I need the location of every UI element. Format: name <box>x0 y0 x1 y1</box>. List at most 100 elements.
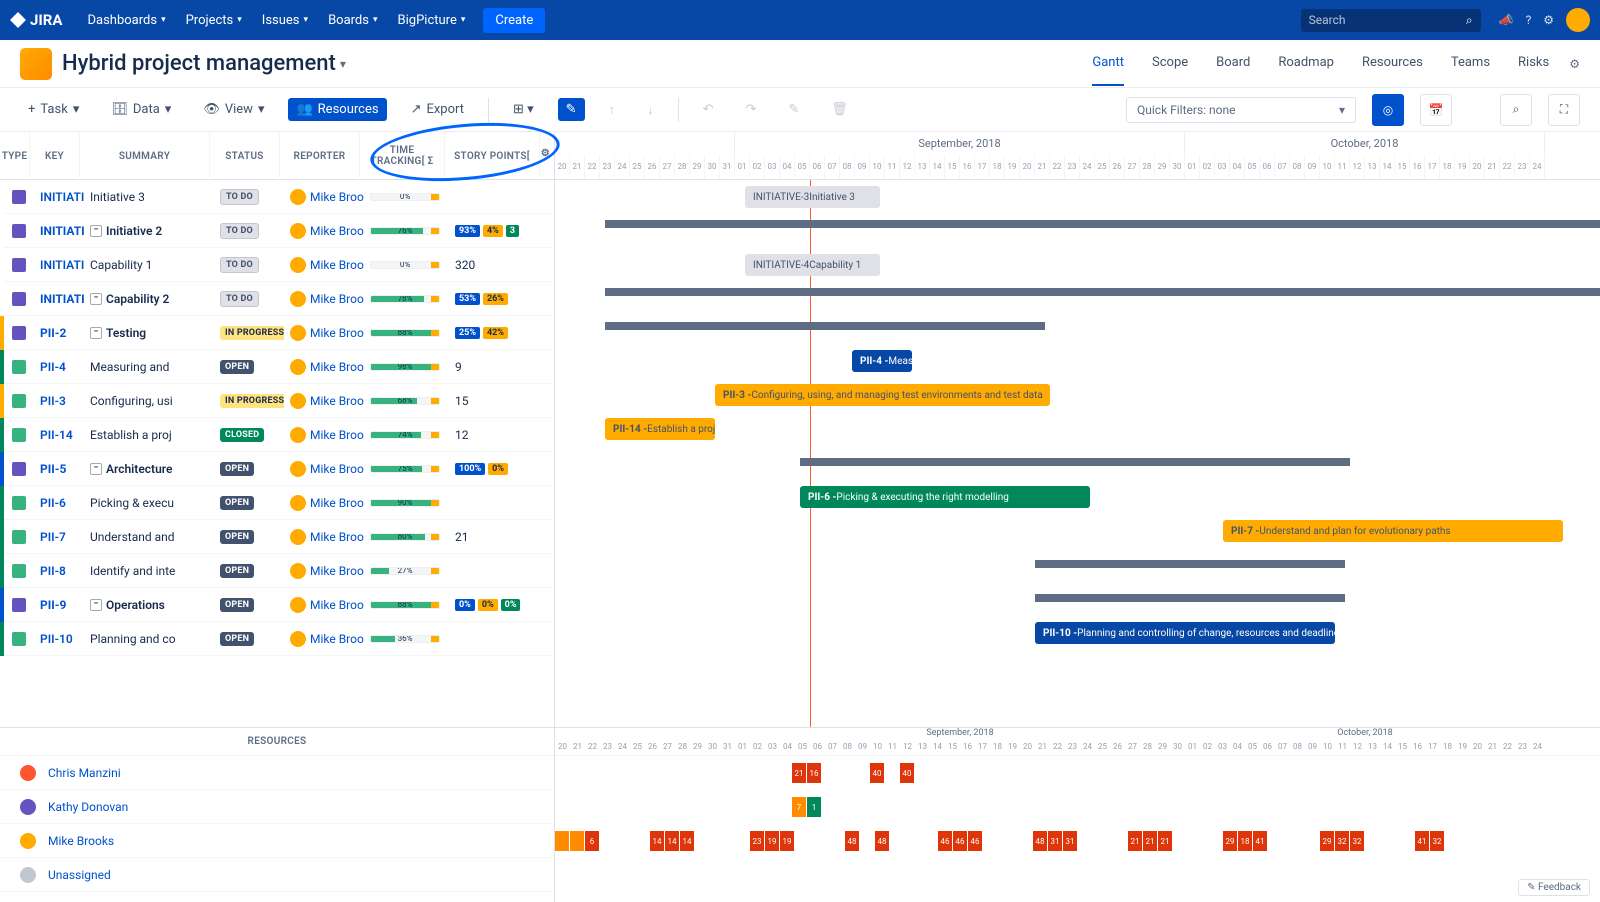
tab-roadmap[interactable]: Roadmap <box>1278 41 1334 86</box>
reporter-name[interactable]: Mike Brooks <box>310 292 364 306</box>
resource-allocation-cell[interactable]: 14 <box>680 831 694 851</box>
fullscreen-icon[interactable]: ⛶ <box>1548 94 1580 126</box>
table-row[interactable]: INITIATI−Initiative 2TO DOMike Brooks76%… <box>0 214 554 248</box>
issue-key[interactable]: INITIATI <box>34 258 84 272</box>
col-status[interactable]: STATUS <box>210 132 280 180</box>
undo-icon[interactable]: ↶ <box>695 98 722 121</box>
megaphone-icon[interactable]: 📣 <box>1499 13 1514 27</box>
topbar-menu-bigpicture[interactable]: BigPicture▾ <box>388 0 476 40</box>
summary-cell[interactable]: −Initiative 2 <box>84 224 214 238</box>
reporter-name[interactable]: Mike Brooks <box>310 496 364 510</box>
gantt-bar[interactable] <box>605 288 1600 296</box>
table-row[interactable]: INITIATI−Capability 2TO DOMike Brooks78%… <box>0 282 554 316</box>
resource-allocation-cell[interactable]: 14 <box>650 831 664 851</box>
expand-icon[interactable]: − <box>90 463 102 475</box>
resource-allocation-cell[interactable]: 48 <box>875 831 889 851</box>
col-story-points[interactable]: STORY POINTS[ <box>445 132 540 180</box>
resource-allocation-cell[interactable]: 16 <box>807 763 821 783</box>
trash-icon[interactable]: 🗑 <box>823 98 856 121</box>
resource-allocation-cell[interactable]: 21 <box>1143 831 1157 851</box>
gantt-bar[interactable]: PII-3 - Configuring, using, and managing… <box>715 384 1050 406</box>
gantt-bar[interactable]: PII-10 - Planning and controlling of cha… <box>1035 622 1335 644</box>
task-button[interactable]: + Task ▾ <box>20 98 87 121</box>
table-row[interactable]: PII-9−OperationsOPENMike Brooks88%0%0%0% <box>0 588 554 622</box>
summary-cell[interactable]: −Capability 2 <box>84 292 214 306</box>
resource-allocation-cell[interactable]: 48 <box>1033 831 1047 851</box>
table-row[interactable]: PII-2−TestingIN PROGRESSMike Brooks88%25… <box>0 316 554 350</box>
gantt-bar[interactable]: INITIATIVE-4Capability 1 <box>745 254 880 276</box>
resource-allocation-cell[interactable]: 31 <box>1048 831 1062 851</box>
gantt-bar[interactable]: PII-7 - Understand and plan for evolutio… <box>1223 520 1563 542</box>
status-badge[interactable]: OPEN <box>220 564 254 578</box>
table-row[interactable]: PII-7Understand andOPENMike Brooks80%21 <box>0 520 554 554</box>
col-type[interactable]: TYPE <box>0 132 30 180</box>
resource-allocation-cell[interactable]: 41 <box>1253 831 1267 851</box>
gear-icon[interactable]: ⚙ <box>1543 13 1554 27</box>
status-badge[interactable]: TO DO <box>220 189 259 205</box>
gantt-bar[interactable]: PII-4 - Measu <box>852 350 912 372</box>
tab-teams[interactable]: Teams <box>1451 41 1490 86</box>
data-button[interactable]: 🗄 Data ▾ <box>103 98 179 121</box>
gantt-bar[interactable]: PII-6 - Picking & executing the right mo… <box>800 486 1090 508</box>
reporter-name[interactable]: Mike Brooks <box>310 394 364 408</box>
resource-allocation-cell[interactable]: 21 <box>1158 831 1172 851</box>
search-toolbar-icon[interactable]: ⌕ <box>1500 94 1532 126</box>
tab-gantt[interactable]: Gantt <box>1092 41 1124 86</box>
resource-row[interactable]: Chris Manzini <box>0 756 554 790</box>
status-badge[interactable]: OPEN <box>220 360 254 374</box>
expand-icon[interactable]: − <box>90 327 102 339</box>
summary-cell[interactable]: Initiative 3 <box>84 190 214 204</box>
reporter-name[interactable]: Mike Brooks <box>310 632 364 646</box>
search-box[interactable]: ⌕ <box>1301 9 1481 32</box>
target-icon[interactable]: ◎ <box>1372 94 1404 126</box>
summary-cell[interactable]: −Architecture <box>84 462 214 476</box>
col-time-tracking[interactable]: TIME TRACKING[ Σ <box>360 132 445 180</box>
resources-timeline[interactable]: September, 2018October, 2018 20212223242… <box>555 728 1600 902</box>
resource-allocation-cell[interactable]: 7 <box>792 797 806 817</box>
topbar-menu-boards[interactable]: Boards▾ <box>318 0 387 40</box>
issue-key[interactable]: PII-5 <box>34 462 84 476</box>
resource-allocation-cell[interactable]: 6 <box>585 831 599 851</box>
help-icon[interactable]: ? <box>1526 13 1532 27</box>
summary-cell[interactable]: Planning and co <box>84 632 214 646</box>
feedback-button[interactable]: ✎ Feedback <box>1518 879 1590 896</box>
reporter-name[interactable]: Mike Brooks <box>310 428 364 442</box>
resource-row[interactable]: Unassigned <box>0 858 554 892</box>
gantt-bar[interactable] <box>605 322 1045 330</box>
reporter-name[interactable]: Mike Brooks <box>310 224 364 238</box>
status-badge[interactable]: TO DO <box>220 223 259 239</box>
jira-logo[interactable]: JIRA <box>10 11 62 29</box>
status-badge[interactable]: OPEN <box>220 632 254 646</box>
summary-cell[interactable]: Measuring and <box>84 360 214 374</box>
resource-allocation-cell[interactable]: 40 <box>870 763 884 783</box>
status-badge[interactable]: OPEN <box>220 462 254 476</box>
resource-row[interactable]: Kathy Donovan <box>0 790 554 824</box>
resource-allocation-cell[interactable] <box>555 831 569 851</box>
summary-cell[interactable]: −Testing <box>84 326 214 340</box>
resource-allocation-cell[interactable]: 32 <box>1335 831 1349 851</box>
resource-allocation-cell[interactable]: 29 <box>1223 831 1237 851</box>
issue-key[interactable]: PII-2 <box>34 326 84 340</box>
resources-button[interactable]: 👥 Resources <box>288 98 386 121</box>
up-icon[interactable]: ↑ <box>601 98 624 122</box>
calendar-icon[interactable]: 📅 <box>1420 94 1452 126</box>
issue-key[interactable]: PII-8 <box>34 564 84 578</box>
column-settings-icon[interactable]: ⚙ <box>541 148 550 159</box>
issue-key[interactable]: INITIATI <box>34 190 84 204</box>
status-badge[interactable]: CLOSED <box>220 428 264 442</box>
view-button[interactable]: 👁 View ▾ <box>195 98 272 121</box>
resource-allocation-cell[interactable]: 21 <box>1128 831 1142 851</box>
resource-allocation-cell[interactable]: 41 <box>1415 831 1429 851</box>
reporter-name[interactable]: Mike Brooks <box>310 462 364 476</box>
resource-allocation-cell[interactable]: 23 <box>750 831 764 851</box>
resource-allocation-cell[interactable]: 32 <box>1350 831 1364 851</box>
export-button[interactable]: ↗ Export <box>403 98 472 121</box>
gantt-bar[interactable] <box>605 220 1600 228</box>
issue-key[interactable]: PII-4 <box>34 360 84 374</box>
issue-key[interactable]: INITIATI <box>34 224 84 238</box>
issue-key[interactable]: PII-3 <box>34 394 84 408</box>
summary-cell[interactable]: Establish a proj <box>84 428 214 442</box>
resource-allocation-cell[interactable] <box>570 831 584 851</box>
col-reporter[interactable]: REPORTER <box>280 132 360 180</box>
issue-key[interactable]: PII-14 <box>34 428 84 442</box>
